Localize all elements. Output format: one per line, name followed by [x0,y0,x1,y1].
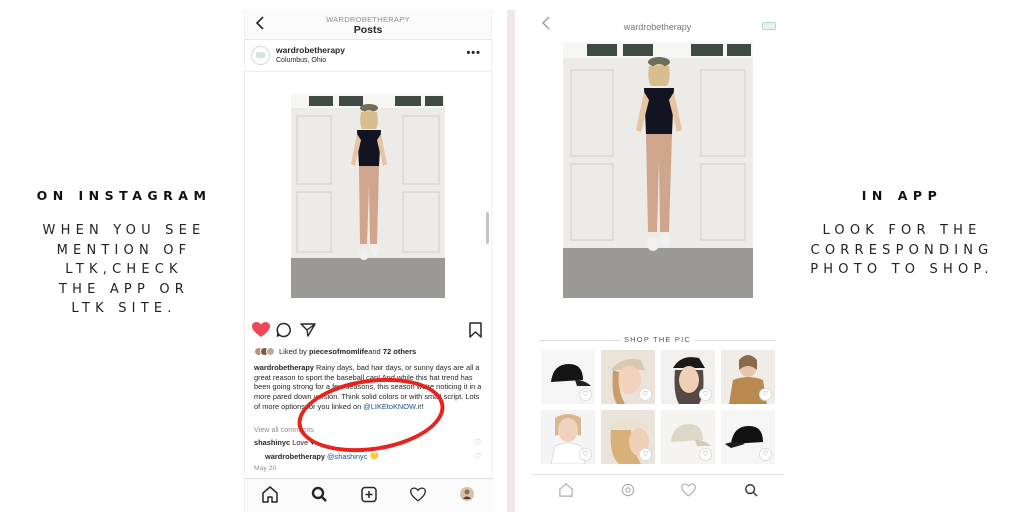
ltk-logo-icon[interactable] [621,483,635,502]
reply-username[interactable]: wardrobetherapy [265,452,325,461]
instagram-topbar: WARDROBETHERAPY Posts [245,10,491,40]
new-post-icon[interactable] [361,486,377,508]
product-tile[interactable]: ♡ [541,410,595,464]
app-username[interactable]: wardrobetherapy [531,22,784,32]
share-icon[interactable] [300,322,316,343]
comment-icon[interactable] [276,322,292,343]
liked-by-count[interactable]: 72 others [383,347,416,356]
left-caption-line: THE APP OR [58,281,190,297]
like-heart-icon[interactable] [252,322,270,343]
liker-avatars [254,347,275,356]
favorite-heart-icon[interactable]: ♡ [759,388,772,401]
app-topbar: wardrobetherapy [531,10,784,42]
search-icon[interactable] [311,486,327,508]
comment-like-icon[interactable]: ♡ [474,438,481,447]
shop-photo[interactable] [563,42,753,298]
left-caption-line: MENTION OF [56,242,192,258]
product-tile[interactable]: ♡ [661,410,715,464]
liked-by-prefix: Liked by [279,347,307,356]
share-icon[interactable] [762,22,776,30]
post-photo[interactable] [291,94,445,298]
favorite-heart-icon[interactable]: ♡ [639,448,652,461]
post-location[interactable]: Columbus, Ohio [276,57,326,64]
favorite-heart-icon[interactable]: ♡ [579,388,592,401]
right-caption-heading: IN APP [861,188,943,203]
product-tile[interactable]: ♡ [721,350,775,404]
left-caption-heading: ON INSTAGRAM [36,188,212,203]
more-options-button[interactable]: ••• [466,47,481,59]
home-icon[interactable] [559,483,573,502]
right-caption: IN APP LOOK FOR THE CORRESPONDING PHOTO … [782,188,1022,280]
liked-by-and: and [368,347,381,356]
favorite-heart-icon[interactable]: ♡ [699,388,712,401]
profile-avatar-icon[interactable] [459,486,475,508]
left-caption: ON INSTAGRAM WHEN YOU SEE MENTION OF LTK… [8,188,240,319]
comment-username[interactable]: shashinyc [254,438,290,447]
product-tile[interactable]: ♡ [601,410,655,464]
scrollbar[interactable] [486,212,489,244]
divider [507,10,515,512]
left-caption-line: LTK SITE. [71,301,177,316]
reply-mention[interactable]: @shashinyc [325,452,367,461]
reply-emoji: 💛 [367,452,379,461]
liked-by-user[interactable]: piecesofmomlife [309,347,368,356]
right-caption-line: PHOTO TO SHOP. [810,262,994,277]
home-icon[interactable] [262,486,278,508]
likes-summary[interactable]: Liked by piecesofmomlife and 72 others [254,347,416,356]
favorite-heart-icon[interactable]: ♡ [639,388,652,401]
product-tile[interactable]: ♡ [541,350,595,404]
search-icon[interactable] [744,483,758,502]
left-caption-line: LTK,CHECK [65,262,183,277]
ltk-app-screen: wardrobetherapy SHOP THE PIC ♡ ♡ ♡ ♡ ♡ ♡… [531,10,784,512]
app-bottom-nav [531,474,784,512]
right-caption-line: LOOK FOR THE [822,223,982,238]
left-caption-line: WHEN YOU SEE [42,223,206,238]
activity-heart-icon[interactable] [410,486,426,508]
favorite-heart-icon[interactable]: ♡ [579,448,592,461]
page-title: Posts [353,24,383,36]
instagram-bottom-nav [245,478,493,512]
post-actions [245,320,493,342]
right-caption-line: CORRESPONDING [810,242,994,258]
post-username[interactable]: wardrobetherapy [276,45,345,55]
product-tile[interactable]: ♡ [721,410,775,464]
reply-like-icon[interactable]: ♡ [474,452,481,461]
topbar-username: WARDROBETHERAPY [326,15,410,24]
favorites-heart-icon[interactable] [681,483,696,502]
caption-username[interactable]: wardrobetherapy [254,363,314,372]
product-tile[interactable]: ♡ [601,350,655,404]
post-header: wardrobetherapy Columbus, Ohio ••• [245,40,491,72]
shop-the-pic-text: SHOP THE PIC [619,335,696,344]
bookmark-icon[interactable] [469,322,482,343]
right-caption-body: LOOK FOR THE CORRESPONDING PHOTO TO SHOP… [782,221,1022,280]
shop-the-pic-label: SHOP THE PIC [531,335,784,344]
reply: wardrobetherapy @shashinyc 💛 [265,452,379,461]
favorite-heart-icon[interactable]: ♡ [759,448,772,461]
left-caption-body: WHEN YOU SEE MENTION OF LTK,CHECK THE AP… [8,221,240,319]
post-date: May 20 [254,465,277,472]
avatar[interactable] [251,46,270,65]
product-tile[interactable]: ♡ [661,350,715,404]
favorite-heart-icon[interactable]: ♡ [699,448,712,461]
